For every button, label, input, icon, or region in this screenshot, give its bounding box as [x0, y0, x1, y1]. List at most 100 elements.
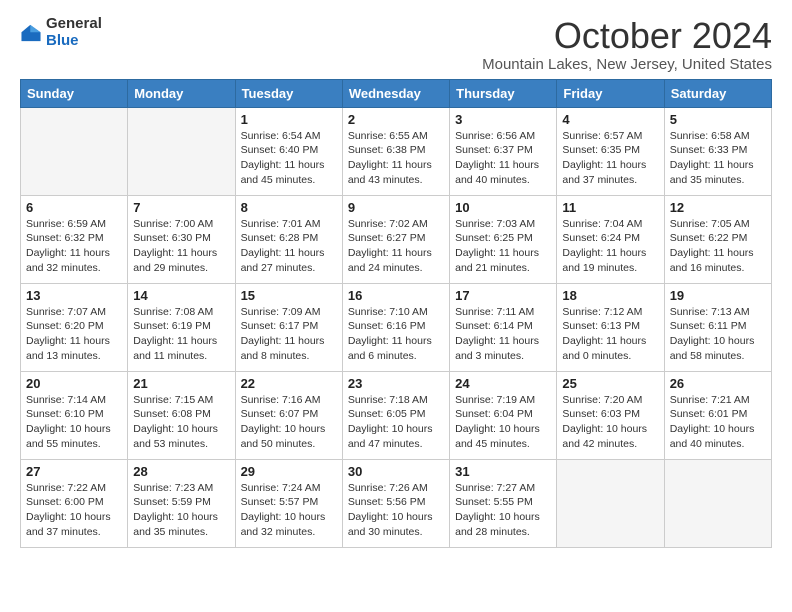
day-cell: 8Sunrise: 7:01 AM Sunset: 6:28 PM Daylig… — [235, 195, 342, 283]
logo-blue: Blue — [46, 33, 102, 50]
day-cell — [557, 459, 664, 547]
day-number: 25 — [562, 376, 658, 391]
day-number: 24 — [455, 376, 551, 391]
day-number: 29 — [241, 464, 337, 479]
title-block: October 2024 Mountain Lakes, New Jersey,… — [482, 16, 772, 73]
day-cell: 21 Sunrise: 7:15 AM Sunset: 6:08 PM Dayli… — [128, 371, 235, 459]
day-number: 17 — [455, 288, 551, 303]
day-number: 23 — [348, 376, 444, 391]
day-info: Sunrise: 7:22 AM Sunset: 6:00 PM Dayligh… — [26, 481, 122, 540]
day-info: Sunrise: 6:55 AM Sunset: 6:38 PM Dayligh… — [348, 129, 444, 188]
day-cell: 7 Sunrise: 7:00 AM Sunset: 6:30 PM Daylig… — [128, 195, 235, 283]
day-info: Sunrise: 6:56 AM Sunset: 6:37 PM Dayligh… — [455, 129, 551, 188]
day-number: 1 — [241, 112, 337, 127]
day-info: Sunrise: 7:08 AM Sunset: 6:19 PM Dayligh… — [133, 305, 229, 364]
day-info: Sunrise: 7:03 AM Sunset: 6:25 PM Dayligh… — [455, 217, 551, 276]
day-number: 9 — [348, 200, 444, 215]
day-cell: 6 Sunrise: 6:59 AM Sunset: 6:32 PM Daylig… — [21, 195, 128, 283]
day-cell: 9Sunrise: 7:02 AM Sunset: 6:27 PM Daylig… — [342, 195, 449, 283]
day-number: 12 — [670, 200, 766, 215]
day-info: Sunrise: 7:26 AM Sunset: 5:56 PM Dayligh… — [348, 481, 444, 540]
week-row-5: 27 Sunrise: 7:22 AM Sunset: 6:00 PM Dayli… — [21, 459, 772, 547]
week-row-4: 20 Sunrise: 7:14 AM Sunset: 6:10 PM Dayli… — [21, 371, 772, 459]
day-cell: 28 Sunrise: 7:23 AM Sunset: 5:59 PM Dayli… — [128, 459, 235, 547]
day-number: 15 — [241, 288, 337, 303]
logo-general: General — [46, 16, 102, 33]
day-info: Sunrise: 7:16 AM Sunset: 6:07 PM Dayligh… — [241, 393, 337, 452]
day-info: Sunrise: 7:27 AM Sunset: 5:55 PM Dayligh… — [455, 481, 551, 540]
day-info: Sunrise: 7:23 AM Sunset: 5:59 PM Dayligh… — [133, 481, 229, 540]
month-title: October 2024 — [482, 16, 772, 56]
day-cell: 14 Sunrise: 7:08 AM Sunset: 6:19 PM Dayli… — [128, 283, 235, 371]
day-number: 26 — [670, 376, 766, 391]
day-cell: 3Sunrise: 6:56 AM Sunset: 6:37 PM Daylig… — [450, 107, 557, 195]
day-info: Sunrise: 6:57 AM Sunset: 6:35 PM Dayligh… — [562, 129, 658, 188]
day-number: 14 — [133, 288, 229, 303]
day-info: Sunrise: 7:15 AM Sunset: 6:08 PM Dayligh… — [133, 393, 229, 452]
weekday-wednesday: Wednesday — [342, 79, 449, 107]
day-cell: 25 Sunrise: 7:20 AM Sunset: 6:03 PM Dayli… — [557, 371, 664, 459]
day-number: 2 — [348, 112, 444, 127]
day-info: Sunrise: 7:05 AM Sunset: 6:22 PM Dayligh… — [670, 217, 766, 276]
day-info: Sunrise: 7:13 AM Sunset: 6:11 PM Dayligh… — [670, 305, 766, 364]
week-row-1: 1 Sunrise: 6:54 AM Sunset: 6:40 PM Daylig… — [21, 107, 772, 195]
day-cell: 22 Sunrise: 7:16 AM Sunset: 6:07 PM Dayli… — [235, 371, 342, 459]
day-cell: 12 Sunrise: 7:05 AM Sunset: 6:22 PM Dayli… — [664, 195, 771, 283]
week-row-3: 13Sunrise: 7:07 AM Sunset: 6:20 PM Dayli… — [21, 283, 772, 371]
day-cell: 20 Sunrise: 7:14 AM Sunset: 6:10 PM Dayli… — [21, 371, 128, 459]
day-info: Sunrise: 7:10 AM Sunset: 6:16 PM Dayligh… — [348, 305, 444, 364]
day-number: 10 — [455, 200, 551, 215]
day-cell: 23Sunrise: 7:18 AM Sunset: 6:05 PM Dayli… — [342, 371, 449, 459]
day-info: Sunrise: 7:12 AM Sunset: 6:13 PM Dayligh… — [562, 305, 658, 364]
day-cell — [664, 459, 771, 547]
day-cell: 31 Sunrise: 7:27 AM Sunset: 5:55 PM Dayli… — [450, 459, 557, 547]
day-number: 28 — [133, 464, 229, 479]
weekday-tuesday: Tuesday — [235, 79, 342, 107]
day-cell: 2 Sunrise: 6:55 AM Sunset: 6:38 PM Daylig… — [342, 107, 449, 195]
weekday-thursday: Thursday — [450, 79, 557, 107]
day-info: Sunrise: 7:11 AM Sunset: 6:14 PM Dayligh… — [455, 305, 551, 364]
page: General Blue October 2024 Mountain Lakes… — [0, 0, 792, 564]
day-cell: 30 Sunrise: 7:26 AM Sunset: 5:56 PM Dayli… — [342, 459, 449, 547]
day-cell: 16 Sunrise: 7:10 AM Sunset: 6:16 PM Dayli… — [342, 283, 449, 371]
day-info: Sunrise: 7:19 AM Sunset: 6:04 PM Dayligh… — [455, 393, 551, 452]
day-cell — [128, 107, 235, 195]
calendar: SundayMondayTuesdayWednesdayThursdayFrid… — [20, 79, 772, 548]
day-number: 7 — [133, 200, 229, 215]
day-cell: 27 Sunrise: 7:22 AM Sunset: 6:00 PM Dayli… — [21, 459, 128, 547]
day-number: 20 — [26, 376, 122, 391]
day-info: Sunrise: 6:59 AM Sunset: 6:32 PM Dayligh… — [26, 217, 122, 276]
day-info: Sunrise: 7:20 AM Sunset: 6:03 PM Dayligh… — [562, 393, 658, 452]
day-info: Sunrise: 7:21 AM Sunset: 6:01 PM Dayligh… — [670, 393, 766, 452]
day-number: 6 — [26, 200, 122, 215]
location-title: Mountain Lakes, New Jersey, United State… — [482, 56, 772, 73]
day-info: Sunrise: 7:14 AM Sunset: 6:10 PM Dayligh… — [26, 393, 122, 452]
day-cell: 29Sunrise: 7:24 AM Sunset: 5:57 PM Dayli… — [235, 459, 342, 547]
day-number: 11 — [562, 200, 658, 215]
day-number: 31 — [455, 464, 551, 479]
week-row-2: 6 Sunrise: 6:59 AM Sunset: 6:32 PM Daylig… — [21, 195, 772, 283]
day-number: 18 — [562, 288, 658, 303]
day-info: Sunrise: 7:09 AM Sunset: 6:17 PM Dayligh… — [241, 305, 337, 364]
day-cell: 15 Sunrise: 7:09 AM Sunset: 6:17 PM Dayli… — [235, 283, 342, 371]
day-info: Sunrise: 6:58 AM Sunset: 6:33 PM Dayligh… — [670, 129, 766, 188]
day-number: 30 — [348, 464, 444, 479]
weekday-saturday: Saturday — [664, 79, 771, 107]
day-number: 5 — [670, 112, 766, 127]
day-cell: 18 Sunrise: 7:12 AM Sunset: 6:13 PM Dayli… — [557, 283, 664, 371]
day-number: 21 — [133, 376, 229, 391]
weekday-monday: Monday — [128, 79, 235, 107]
day-cell: 10 Sunrise: 7:03 AM Sunset: 6:25 PM Dayli… — [450, 195, 557, 283]
day-cell — [21, 107, 128, 195]
day-number: 27 — [26, 464, 122, 479]
day-info: Sunrise: 7:00 AM Sunset: 6:30 PM Dayligh… — [133, 217, 229, 276]
day-info: Sunrise: 6:54 AM Sunset: 6:40 PM Dayligh… — [241, 129, 337, 188]
day-cell: 1 Sunrise: 6:54 AM Sunset: 6:40 PM Daylig… — [235, 107, 342, 195]
day-number: 22 — [241, 376, 337, 391]
day-cell: 24 Sunrise: 7:19 AM Sunset: 6:04 PM Dayli… — [450, 371, 557, 459]
logo-icon — [20, 22, 42, 44]
day-cell: 11Sunrise: 7:04 AM Sunset: 6:24 PM Dayli… — [557, 195, 664, 283]
weekday-friday: Friday — [557, 79, 664, 107]
logo: General Blue — [20, 16, 102, 49]
day-number: 16 — [348, 288, 444, 303]
